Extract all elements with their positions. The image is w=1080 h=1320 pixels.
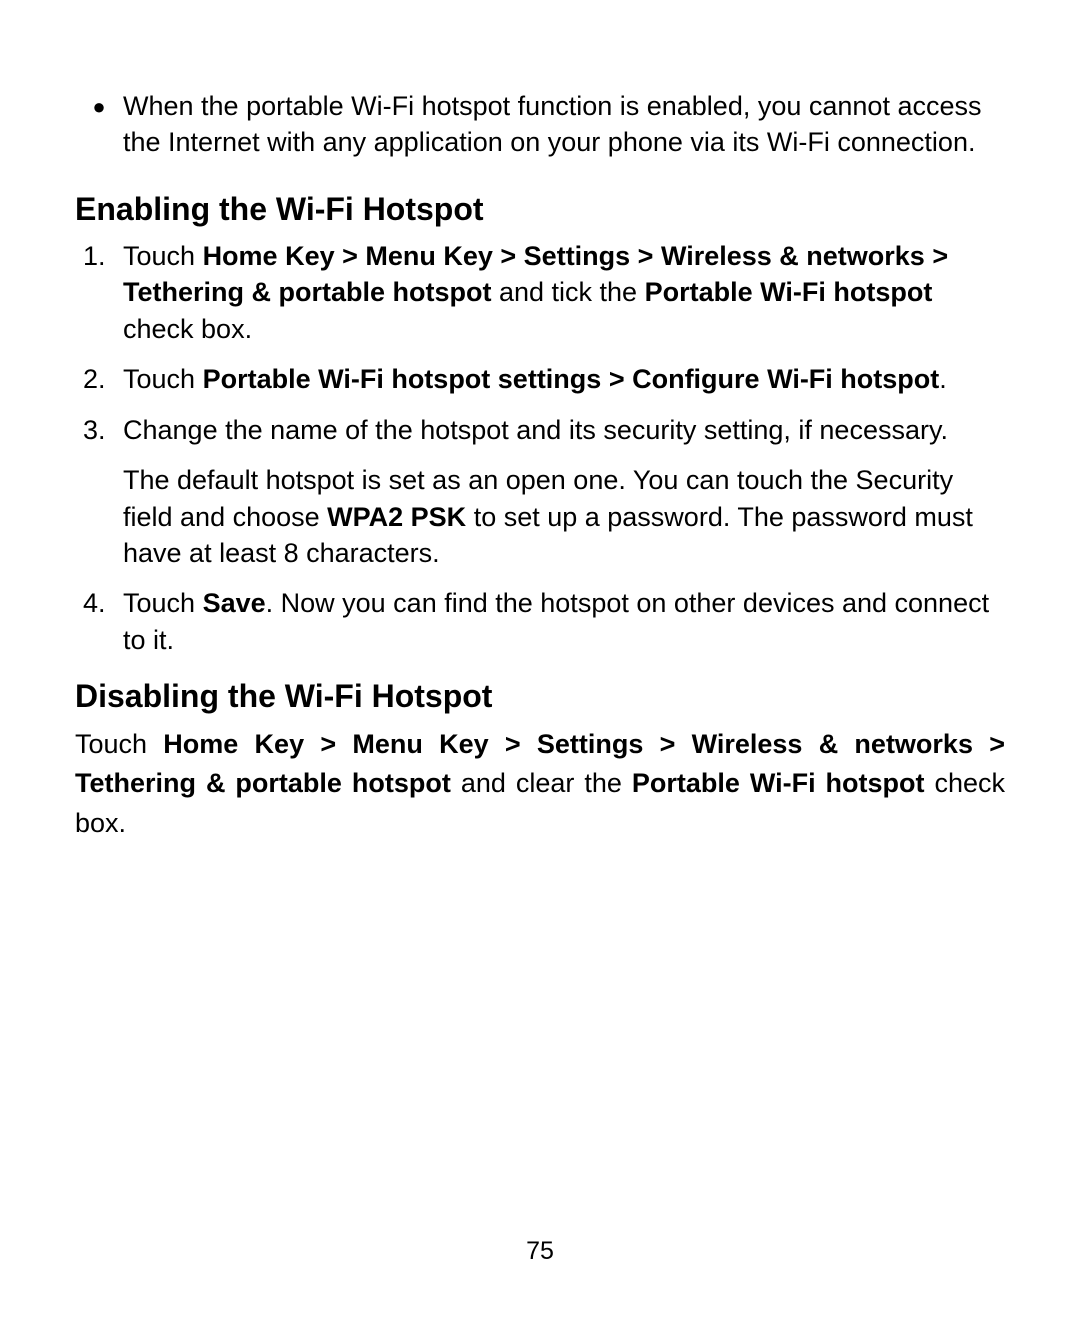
text: and tick the (491, 277, 644, 307)
enable-step-3: 3. Change the name of the hotspot and it… (75, 412, 1005, 572)
step-content: Touch Home Key > Menu Key > Settings > W… (123, 238, 1005, 347)
step-number: 3. (75, 412, 123, 572)
bold-text: WPA2 PSK (327, 502, 466, 532)
text: check box. (123, 314, 252, 344)
enable-step-2: 2. Touch Portable Wi-Fi hotspot settings… (75, 361, 1005, 397)
disable-paragraph: Touch Home Key > Menu Key > Settings > W… (75, 725, 1005, 842)
text: Touch (123, 241, 203, 271)
text: and clear the (451, 768, 632, 798)
bold-text: Portable Wi-Fi hotspot (632, 768, 925, 798)
step-content: Touch Save. Now you can find the hotspot… (123, 585, 1005, 658)
text: . (939, 364, 947, 394)
page-number: 75 (0, 1237, 1080, 1266)
bold-text: Portable Wi-Fi hotspot settings > Config… (203, 364, 940, 394)
step3-para1: Change the name of the hotspot and its s… (123, 412, 1005, 448)
intro-bullet-item: ● When the portable Wi-Fi hotspot functi… (75, 88, 1005, 161)
bullet-icon: ● (75, 88, 123, 161)
enable-step-1: 1. Touch Home Key > Menu Key > Settings … (75, 238, 1005, 347)
enable-steps-list: 1. Touch Home Key > Menu Key > Settings … (75, 238, 1005, 658)
enable-step-4: 4. Touch Save. Now you can find the hots… (75, 585, 1005, 658)
bold-text: Portable Wi-Fi hotspot (645, 277, 933, 307)
step-content: Change the name of the hotspot and its s… (123, 412, 1005, 572)
disable-heading: Disabling the Wi-Fi Hotspot (75, 678, 1005, 715)
enable-heading: Enabling the Wi-Fi Hotspot (75, 191, 1005, 228)
step-content: Touch Portable Wi-Fi hotspot settings > … (123, 361, 1005, 397)
intro-bullet-list: ● When the portable Wi-Fi hotspot functi… (75, 88, 1005, 161)
step-number: 2. (75, 361, 123, 397)
text: Touch (123, 588, 203, 618)
bold-text: Save (203, 588, 266, 618)
step-number: 4. (75, 585, 123, 658)
step-number: 1. (75, 238, 123, 347)
intro-bullet-text: When the portable Wi-Fi hotspot function… (123, 88, 1005, 161)
text: Touch (75, 729, 163, 759)
text: Touch (123, 364, 203, 394)
step3-para2: The default hotspot is set as an open on… (123, 462, 1005, 571)
